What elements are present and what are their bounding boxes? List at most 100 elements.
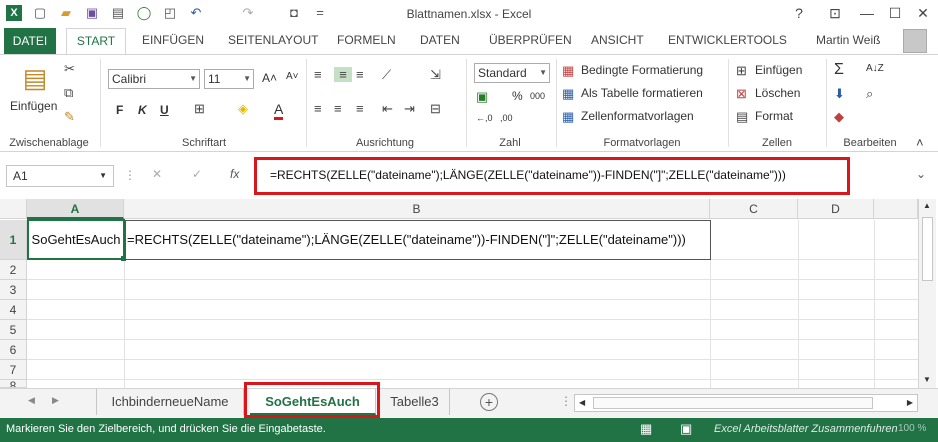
tab-ueberpruefen[interactable]: ÜBERPRÜFEN bbox=[489, 33, 572, 47]
bold-button[interactable]: F bbox=[116, 103, 123, 117]
align-top-icon[interactable]: ≡ bbox=[314, 67, 322, 82]
scroll-thumb[interactable] bbox=[922, 217, 933, 281]
align-right-icon[interactable]: ≡ bbox=[356, 101, 364, 116]
tab-einfuegen[interactable]: EINFÜGEN bbox=[142, 33, 204, 47]
add-sheet-button[interactable]: + bbox=[480, 393, 498, 411]
format-as-table-icon[interactable]: ▦ bbox=[562, 86, 574, 102]
minimize-button[interactable]: — bbox=[856, 4, 878, 22]
normal-view-icon[interactable]: ▦ bbox=[640, 421, 652, 437]
help-button[interactable]: ? bbox=[788, 4, 810, 22]
row-header-1[interactable]: 1 bbox=[0, 220, 27, 260]
expand-formula-icon[interactable]: ⌄ bbox=[916, 167, 926, 181]
tab-ansicht[interactable]: ANSICHT bbox=[591, 33, 644, 47]
italic-button[interactable]: K bbox=[138, 103, 147, 117]
formula-input[interactable]: =RECHTS(ZELLE("dateiname");LÄNGE(ZELLE("… bbox=[270, 168, 786, 182]
cell-styles-icon[interactable]: ▦ bbox=[562, 109, 574, 125]
font-color-button[interactable]: A bbox=[274, 101, 284, 120]
currency-icon[interactable]: ▣ bbox=[476, 89, 488, 105]
confirm-entry-icon[interactable]: ✓ bbox=[192, 167, 202, 181]
row-header-6[interactable]: 6 bbox=[0, 340, 27, 360]
tab-daten[interactable]: DATEN bbox=[420, 33, 460, 47]
conditional-formatting-button[interactable]: Bedingte Formatierung bbox=[581, 63, 703, 77]
cancel-entry-icon[interactable]: ✕ bbox=[152, 167, 162, 181]
ribbon-display-icon[interactable]: ⊡ bbox=[824, 4, 846, 22]
tab-start[interactable]: START bbox=[66, 28, 126, 55]
row-header-5[interactable]: 5 bbox=[0, 320, 27, 340]
conditional-format-icon[interactable]: ▦ bbox=[562, 63, 574, 79]
close-button[interactable]: ✕ bbox=[912, 4, 934, 22]
indent-increase-icon[interactable]: ⇥ bbox=[404, 101, 415, 117]
decrease-decimal-button[interactable]: ,00 bbox=[500, 113, 513, 123]
format-painter-icon[interactable]: ✎ bbox=[64, 109, 75, 125]
cut-icon[interactable]: ✂ bbox=[64, 61, 75, 77]
collapse-ribbon-icon[interactable]: ˄ bbox=[916, 135, 924, 150]
find-select-icon[interactable]: ⌕ bbox=[866, 86, 873, 102]
align-bottom-icon[interactable]: ≡ bbox=[356, 67, 364, 82]
underline-button[interactable]: U bbox=[160, 103, 169, 117]
scroll-left-icon[interactable]: ◀ bbox=[28, 395, 35, 406]
vertical-scrollbar[interactable]: ▲ ▼ bbox=[918, 199, 936, 388]
thousands-button[interactable]: 000 bbox=[530, 91, 545, 101]
clear-icon[interactable]: ◆ bbox=[834, 109, 844, 125]
row-header-3[interactable]: 3 bbox=[0, 280, 27, 300]
row-header-7[interactable]: 7 bbox=[0, 360, 27, 380]
insert-cells-button[interactable]: Einfügen bbox=[755, 63, 802, 77]
autosum-button[interactable]: Σ bbox=[834, 61, 844, 79]
column-header-d[interactable]: D bbox=[798, 199, 874, 219]
indent-decrease-icon[interactable]: ⇤ bbox=[382, 101, 393, 117]
align-left-icon[interactable]: ≡ bbox=[314, 101, 322, 116]
column-header-e[interactable] bbox=[874, 199, 918, 219]
cell-b1[interactable]: =RECHTS(ZELLE("dateiname");LÄNGE(ZELLE("… bbox=[125, 220, 711, 260]
scroll-down-icon[interactable]: ▼ bbox=[923, 375, 931, 384]
page-layout-view-icon[interactable]: ▣ bbox=[680, 421, 692, 437]
insert-cells-icon[interactable]: ⊞ bbox=[736, 63, 747, 79]
borders-icon[interactable]: ⊞ bbox=[194, 101, 205, 117]
column-header-c[interactable]: C bbox=[710, 199, 798, 219]
shrink-font-button[interactable]: A˅ bbox=[286, 71, 299, 82]
more-options-icon[interactable]: ⋮ bbox=[124, 168, 136, 182]
row-header-2[interactable]: 2 bbox=[0, 260, 27, 280]
delete-cells-button[interactable]: Löschen bbox=[755, 86, 800, 100]
tab-formeln[interactable]: FORMELN bbox=[337, 33, 396, 47]
font-name-combo[interactable]: Calibri ▼ bbox=[108, 69, 200, 89]
scroll-up-icon[interactable]: ▲ bbox=[923, 201, 931, 210]
sort-filter-button[interactable]: A↓Z bbox=[866, 63, 884, 74]
row-header-4[interactable]: 4 bbox=[0, 300, 27, 320]
hscroll-left-icon[interactable]: ◀ bbox=[579, 398, 585, 407]
avatar[interactable] bbox=[903, 29, 927, 53]
format-cells-icon[interactable]: ▤ bbox=[736, 109, 748, 125]
zoom-level[interactable]: 100 % bbox=[898, 423, 926, 434]
format-cells-button[interactable]: Format bbox=[755, 109, 793, 123]
cell-a1[interactable]: SoGehtEsAuch bbox=[27, 219, 125, 260]
sheet-tab-ichbinderneuename[interactable]: IchbinderneueName bbox=[96, 389, 244, 415]
scroll-right-icon[interactable]: ▶ bbox=[52, 395, 59, 406]
tab-datei[interactable]: DATEI bbox=[4, 28, 56, 54]
percent-button[interactable]: % bbox=[512, 89, 523, 103]
column-header-b[interactable]: B bbox=[124, 199, 710, 219]
sheet-tab-tabelle3[interactable]: Tabelle3 bbox=[380, 389, 450, 415]
tab-split-handle[interactable]: ⋮ bbox=[560, 394, 572, 408]
hscroll-thumb[interactable] bbox=[593, 397, 873, 409]
name-box[interactable]: A1 ▼ bbox=[6, 165, 114, 187]
align-center-icon[interactable]: ≡ bbox=[334, 101, 342, 116]
tab-seitenlayout[interactable]: SEITENLAYOUT bbox=[228, 33, 318, 47]
fill-icon[interactable]: ⬇ bbox=[834, 86, 845, 102]
merge-center-icon[interactable]: ⊟ bbox=[430, 101, 441, 117]
grow-font-button[interactable]: A˄ bbox=[262, 71, 277, 85]
number-format-combo[interactable]: Standard ▼ bbox=[474, 63, 550, 83]
copy-icon[interactable]: ⧉ bbox=[64, 85, 73, 101]
delete-cells-icon[interactable]: ⊠ bbox=[736, 86, 747, 102]
paste-button[interactable]: Einfügen bbox=[10, 99, 57, 113]
hscroll-right-icon[interactable]: ▶ bbox=[907, 398, 913, 407]
tab-entwicklertools[interactable]: ENTWICKLERTOOLS bbox=[668, 33, 787, 47]
cell-styles-button[interactable]: Zellenformatvorlagen bbox=[581, 109, 694, 123]
paste-icon[interactable]: ▤ bbox=[20, 63, 50, 95]
insert-function-button[interactable]: fx bbox=[230, 167, 239, 181]
increase-decimal-button[interactable]: ←,0 bbox=[476, 113, 493, 123]
wrap-text-icon[interactable]: ⇲ bbox=[430, 67, 441, 83]
horizontal-scrollbar[interactable]: ◀ ▶ bbox=[574, 394, 918, 412]
maximize-button[interactable]: ☐ bbox=[884, 4, 906, 22]
font-size-combo[interactable]: 11 ▼ bbox=[204, 69, 254, 89]
select-all-corner[interactable] bbox=[0, 199, 27, 219]
worksheet-grid[interactable]: A B C D 1 2 3 4 5 6 7 8 SoGehtEsAuch =RE… bbox=[0, 198, 938, 388]
